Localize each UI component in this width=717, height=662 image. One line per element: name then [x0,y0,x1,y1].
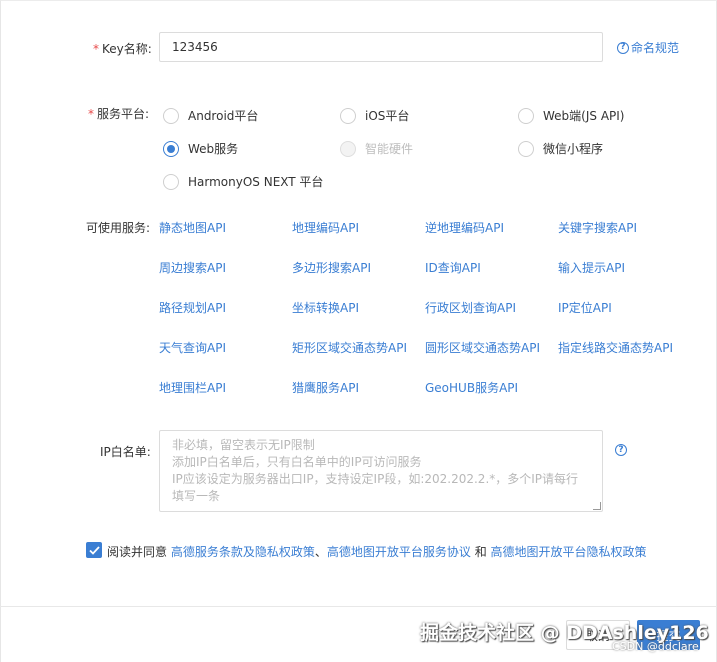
radio-label: 微信小程序 [543,142,604,156]
radio-wechat-mini[interactable]: 微信小程序 [518,140,603,157]
service-item[interactable]: 逆地理编码API [425,219,504,236]
radio-label: iOS平台 [365,109,410,123]
service-item[interactable]: 地理编码API [292,219,359,236]
radio-circle-icon [163,173,179,190]
question-circle-icon: ? [617,41,629,54]
radio-circle-icon [518,140,534,157]
radio-circle-icon [340,107,356,124]
radio-label: Web端(JS API) [543,109,625,123]
privacy-policy-link[interactable]: 高德地图开放平台隐私权政策 [491,545,647,559]
service-item[interactable]: 指定线路交通态势API [558,339,673,356]
service-item[interactable]: 矩形区域交通态势API [292,339,407,356]
service-item[interactable]: 多边形搜索API [292,259,371,276]
service-item[interactable]: IP定位API [558,299,612,316]
radio-web-js[interactable]: Web端(JS API) [518,107,624,124]
footer-divider [0,606,717,607]
radio-label: Web服务 [188,142,239,156]
ip-placeholder-line: 添加IP白名单后，只有白名单中的IP可访问服务 [172,455,422,469]
service-item[interactable]: 圆形区域交通态势API [425,339,540,356]
required-mark: * [93,42,99,56]
key-name-label-text: Key名称: [102,42,152,56]
radio-circle-icon [518,107,534,124]
ip-whitelist-textarea[interactable]: 非必填，留空表示无IP限制 添加IP白名单后，只有白名单中的IP可访问服务 IP… [159,430,603,512]
naming-rules-text: 命名规范 [631,41,680,55]
service-item[interactable]: GeoHUB服务API [425,379,518,396]
service-item[interactable]: 坐标转换API [292,299,359,316]
question-circle-icon[interactable]: ? [615,444,627,456]
agreement-separator: 和 [470,545,491,559]
service-agreement-link[interactable]: 高德地图开放平台服务协议 [327,545,471,559]
radio-web-service[interactable]: Web服务 [163,140,238,157]
radio-label: HarmonyOS NEXT 平台 [188,175,324,189]
naming-rules-link[interactable]: ? 命名规范 [617,39,679,56]
radio-ios[interactable]: iOS平台 [340,107,409,124]
service-item[interactable]: 天气查询API [159,339,226,356]
radio-circle-icon [340,140,356,157]
platform-label: * 服务平台: [88,105,149,122]
key-name-label: * Key名称: [93,40,152,57]
service-item[interactable]: 关键字搜索API [558,219,637,236]
terms-privacy-link[interactable]: 高德服务条款及隐私权政策 [171,545,315,559]
service-item[interactable]: 周边搜索API [159,259,226,276]
radio-smart-hardware: 智能硬件 [340,140,413,157]
dialog-frame [0,0,717,662]
service-item[interactable]: 输入提示API [558,259,625,276]
ip-placeholder-line: 非必填，留空表示无IP限制 [172,438,315,452]
service-item[interactable]: 地理围栏API [159,379,226,396]
agreement-checkbox[interactable] [86,542,102,558]
radio-harmonyos[interactable]: HarmonyOS NEXT 平台 [163,173,323,190]
service-item[interactable]: ID查询API [425,259,481,276]
checkmark-icon [88,545,100,555]
agreement-prefix: 阅读并同意 [107,545,168,559]
radio-label: Android平台 [188,109,259,123]
radio-circle-icon [163,107,179,124]
platform-label-text: 服务平台: [97,107,150,121]
radio-checked-icon [163,140,179,157]
service-item[interactable]: 猎鹰服务API [292,379,359,396]
service-item[interactable]: 路径规划API [159,299,226,316]
radio-android[interactable]: Android平台 [163,107,258,124]
agreement-separator: 、 [314,545,327,559]
ip-whitelist-label: IP白名单: [100,445,151,459]
required-mark: * [88,107,94,121]
agreement-text: 阅读并同意 高德服务条款及隐私权政策、高德地图开放平台服务协议 和 高德地图开放… [107,543,647,560]
watermark-subtext: CSDN @ddclare [612,640,699,653]
radio-label: 智能硬件 [365,142,414,156]
service-item[interactable]: 静态地图API [159,219,226,236]
resize-handle-icon[interactable] [593,502,601,510]
key-name-input[interactable]: 123456 [159,32,603,62]
service-item[interactable]: 行政区划查询API [425,299,516,316]
ip-placeholder-line: IP应该设定为服务器出口IP，支持设定IP段，如:202.202.2.*，多个I… [172,472,579,503]
services-label: 可使用服务: [86,221,151,235]
